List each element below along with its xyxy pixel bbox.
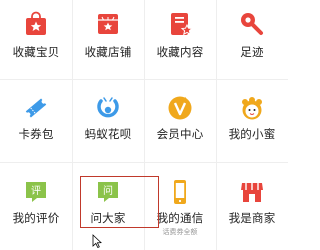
store-star-icon xyxy=(98,14,118,34)
grid-item-label: 会员中心 xyxy=(156,127,204,141)
divider xyxy=(0,162,288,163)
grid-item-i-am-merchant[interactable]: 我是商家 xyxy=(216,168,288,250)
grid-item-footprint[interactable]: 足迹 xyxy=(216,0,288,73)
grid-item-favorite-content[interactable]: 收藏内容 xyxy=(144,0,216,73)
grid-item-sublabel: 话费券全额 xyxy=(162,228,198,236)
highlight-box xyxy=(80,176,159,228)
mouse-cursor-icon xyxy=(92,234,102,248)
grid-item-label: 足迹 xyxy=(240,45,264,59)
grid-item-label: 收藏店铺 xyxy=(84,45,132,59)
grid-item-favorite-stores[interactable]: 收藏店铺 xyxy=(72,0,144,73)
grid-item-coupons[interactable]: 卡券包 xyxy=(0,86,72,156)
grid-item-favorite-items[interactable]: 收藏宝贝 xyxy=(0,0,72,73)
grid-item-label: 我的评价 xyxy=(12,211,60,225)
document-star-icon xyxy=(171,13,193,36)
grid-item-label: 收藏宝贝 xyxy=(12,45,60,59)
review-chat-icon: 评 xyxy=(26,182,46,202)
svg-text:评: 评 xyxy=(31,185,41,197)
shopping-bag-star-icon xyxy=(26,11,46,35)
ticket-icon xyxy=(25,98,47,118)
menu-grid: 收藏宝贝 收藏店铺 收藏内容 足迹 卡券包 蚂蚁花呗 会员中心 我的小蜜 评 我… xyxy=(0,0,288,250)
grid-item-label: 蚂蚁花呗 xyxy=(84,127,132,141)
merchant-store-icon xyxy=(241,183,263,202)
grid-item-member-center[interactable]: 会员中心 xyxy=(144,86,216,156)
grid-item-label: 我的小蜜 xyxy=(228,127,276,141)
footprint-pin-icon xyxy=(241,13,263,35)
grid-item-my-reviews[interactable]: 评 我的评价 xyxy=(0,168,72,250)
grid-item-label: 收藏内容 xyxy=(156,45,204,59)
ant-huabei-icon xyxy=(97,97,119,118)
assistant-face-icon xyxy=(242,97,262,120)
grid-item-label: 我是商家 xyxy=(228,211,276,225)
grid-item-my-assistant[interactable]: 我的小蜜 xyxy=(216,86,288,156)
grid-item-ant-huabei[interactable]: 蚂蚁花呗 xyxy=(72,86,144,156)
grid-item-label: 卡券包 xyxy=(18,127,54,141)
vip-v-icon xyxy=(168,96,192,120)
phone-icon xyxy=(174,180,186,204)
divider xyxy=(0,79,288,80)
